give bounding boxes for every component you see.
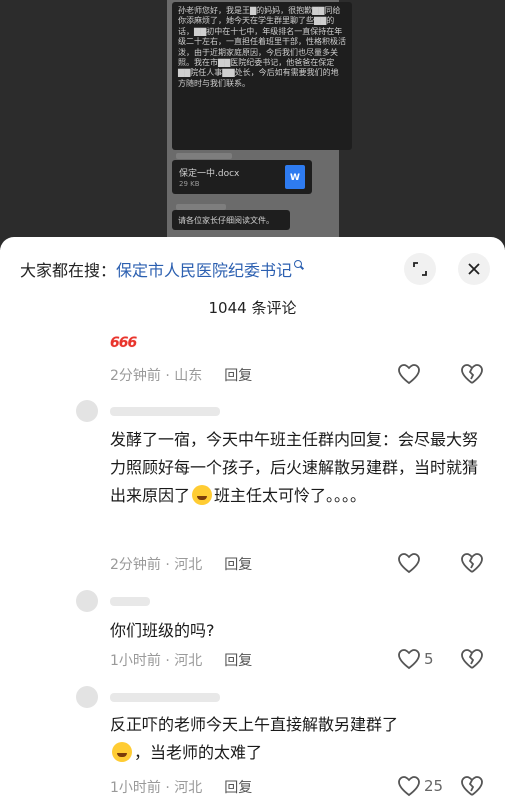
file-name: 保定一中.docx <box>179 169 240 179</box>
dislike-button[interactable] <box>460 363 484 389</box>
like-count: 25 <box>424 777 444 795</box>
broken-heart-icon <box>461 649 483 669</box>
like-count: 5 <box>424 650 434 668</box>
heart-icon <box>398 364 420 385</box>
laugh-cry-emoji-icon <box>192 485 213 505</box>
comment-time-location: 1小时前 · 河北 <box>110 653 203 669</box>
username-blur <box>110 407 220 416</box>
broken-heart-icon <box>461 553 483 573</box>
emoji-666: 666 <box>110 335 137 351</box>
comment-body-tail: 班主任太可怜了。。。。 <box>214 486 367 505</box>
comment-meta: 1小时前 · 河北 回复 <box>110 650 252 670</box>
grin-sweat-emoji-icon <box>112 742 132 762</box>
comment-meta: 2分钟前 · 河北 回复 <box>110 554 252 574</box>
like-button[interactable]: 5 <box>397 648 434 670</box>
expand-button[interactable] <box>404 253 436 285</box>
reply-button[interactable]: 回复 <box>224 365 252 385</box>
file-attachment-card: 保定一中.docx 29 KB W <box>172 160 312 194</box>
expand-icon <box>413 262 427 276</box>
comment-time-location: 1小时前 · 河北 <box>110 780 203 796</box>
dislike-button[interactable] <box>460 648 484 674</box>
reply-button[interactable]: 回复 <box>224 554 252 574</box>
username-blur <box>110 597 150 606</box>
chat-message-bubble: 孙老师您好，我是王▇的妈妈，很抱歉▇▇同给你添麻烦了，她今天在学生群里聊了些▇▇… <box>172 2 352 150</box>
avatar[interactable] <box>76 590 98 612</box>
comment-text: 发酵了一宿，今天中午班主任群内回复：会尽最大努力照顾好每一个孩子，后火速解散另建… <box>110 426 490 510</box>
comment-text: 反正吓的老师今天上午直接解散另建群了 ，当老师的太难了 <box>110 711 490 767</box>
comment-time-location: 2分钟前 · 河北 <box>110 557 203 573</box>
broken-heart-icon <box>461 364 483 384</box>
comment-meta: 2分钟前 · 山东 回复 <box>110 365 252 385</box>
chat-small-message: 请各位家长仔细阅读文件。 <box>172 210 290 230</box>
heart-icon <box>398 649 420 670</box>
reply-button[interactable]: 回复 <box>224 650 252 670</box>
search-suggestion[interactable]: 大家都在搜： 保定市人民医院纪委书记 <box>20 257 304 281</box>
word-file-icon: W <box>285 165 305 189</box>
comment-text: 你们班级的吗? <box>110 621 215 640</box>
comment-body-tail: ，当老师的太难了 <box>134 743 263 762</box>
broken-heart-icon <box>461 776 483 796</box>
search-icon <box>294 260 304 270</box>
dislike-button[interactable] <box>460 552 484 578</box>
video-background[interactable]: 孙老师您好，我是王▇的妈妈，很抱歉▇▇同给你添麻烦了，她今天在学生群里聊了些▇▇… <box>0 0 505 250</box>
comment-body: 反正吓的老师今天上午直接解散另建群了 <box>110 715 399 734</box>
search-prefix: 大家都在搜： <box>20 261 117 280</box>
reply-button[interactable]: 回复 <box>224 777 252 797</box>
comment-sheet: 大家都在搜： 保定市人民医院纪委书记 1044 条评论 666 2分钟前 · 山… <box>0 237 505 800</box>
comment-meta: 1小时前 · 河北 回复 <box>110 777 252 797</box>
search-term-link[interactable]: 保定市人民医院纪委书记 <box>116 257 292 281</box>
heart-icon <box>398 776 420 797</box>
close-button[interactable] <box>458 253 490 285</box>
heart-icon <box>398 553 420 574</box>
comment-time-location: 2分钟前 · 山东 <box>110 368 203 384</box>
like-button[interactable] <box>397 363 421 385</box>
username-blur <box>110 693 220 702</box>
avatar[interactable] <box>76 400 98 422</box>
file-size: 29 KB <box>179 180 200 188</box>
comment-count: 1044 条评论 <box>208 299 297 317</box>
close-icon <box>468 263 480 275</box>
like-button[interactable]: 25 <box>397 775 443 797</box>
avatar[interactable] <box>76 686 98 708</box>
like-button[interactable] <box>397 552 421 574</box>
sender-name-blur <box>176 153 232 159</box>
dislike-button[interactable] <box>460 775 484 800</box>
